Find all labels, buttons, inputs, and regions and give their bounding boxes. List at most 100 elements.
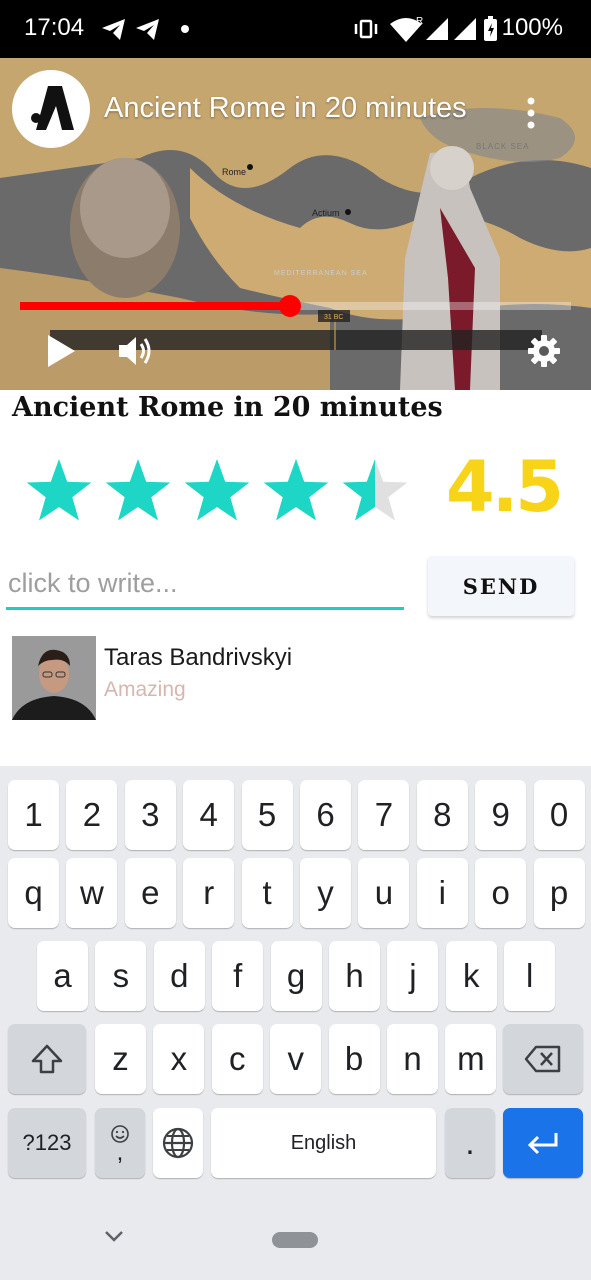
key-z-label: z [112,1040,129,1077]
battery-percentage: 100% [501,14,563,41]
key-g-label: g [286,957,306,994]
telegram-icon [136,19,159,40]
home-gesture-pill[interactable] [272,1232,318,1248]
vibrate-icon [354,19,378,39]
video-progress-bar[interactable] [20,295,571,317]
send-button[interactable]: SEND [428,556,574,616]
key-w[interactable]: w [66,858,118,928]
key-s-label: s [112,957,130,994]
key-t-label: t [262,874,272,911]
key-2[interactable]: 2 [66,780,118,850]
key-x[interactable]: x [153,1024,205,1094]
video-player[interactable]: Rome Actium BLACK SEA MEDITERRANEAN SEA … [0,58,591,390]
key-c[interactable]: c [211,1024,263,1094]
key-h-label: h [345,957,364,994]
enter-key[interactable] [503,1108,583,1178]
svg-text:R: R [416,16,423,27]
key-y[interactable]: y [300,858,351,928]
key-8[interactable]: 8 [416,780,468,850]
space-key[interactable]: English [211,1108,436,1178]
play-icon[interactable] [44,332,78,370]
key-h[interactable]: h [329,941,380,1011]
key-i[interactable]: i [416,858,468,928]
key-s[interactable]: s [95,941,147,1011]
key-f-label: f [233,957,243,994]
key-b[interactable]: b [328,1024,380,1094]
key-w-label: w [79,874,104,911]
star-2[interactable] [105,459,171,521]
map-label-rome: Rome [222,167,246,177]
key-o[interactable]: o [475,858,527,928]
more-vert-icon[interactable] [521,96,541,130]
battery-icon [484,16,497,41]
key-p[interactable]: p [533,858,585,928]
key-v[interactable]: v [270,1024,322,1094]
key-4-label: 4 [199,796,218,833]
status-bar: 17:04 R 100% [0,0,591,58]
emoji-comma-key[interactable]: , [95,1108,145,1178]
star-1[interactable] [26,459,92,521]
avatar-image [12,636,96,720]
key-p-label: p [549,874,569,911]
key-t[interactable]: t [241,858,293,928]
key-7[interactable]: 7 [358,780,410,850]
key-l[interactable]: l [504,941,556,1011]
key-d[interactable]: d [153,941,205,1011]
key-1-label: 1 [24,796,43,833]
key-u[interactable]: u [358,858,410,928]
key-3[interactable]: 3 [124,780,176,850]
key-y-label: y [317,874,334,911]
key-5[interactable]: 5 [241,780,293,850]
settings-icon[interactable] [527,334,561,368]
key-a[interactable]: a [37,941,88,1011]
period-key[interactable]: . [445,1108,495,1178]
key-9[interactable]: 9 [475,780,527,850]
key-2-label: 2 [82,796,102,833]
key-b-label: b [344,1040,364,1077]
key-k-label: k [463,957,480,994]
dot-icon [181,25,189,33]
language-key[interactable] [153,1108,203,1178]
chevron-down-icon[interactable] [102,1228,126,1244]
wifi-icon: R [390,16,423,42]
map-label-black-sea: BLACK SEA [476,142,529,151]
star-4[interactable] [263,459,329,521]
key-4[interactable]: 4 [183,780,235,850]
key-o-label: o [491,874,510,911]
key-f[interactable]: f [212,941,264,1011]
content-title: Ancient Rome in 20 minutes [12,392,443,423]
star-5[interactable] [342,459,408,521]
key-z[interactable]: z [95,1024,146,1094]
key-0-label: 0 [549,796,569,833]
key-n[interactable]: n [387,1024,438,1094]
key-e[interactable]: e [124,858,176,928]
key-g[interactable]: g [270,941,322,1011]
key-j[interactable]: j [387,941,439,1011]
key-d-label: d [170,957,189,994]
volume-icon[interactable] [116,332,156,370]
shift-key[interactable] [8,1024,86,1094]
video-progress-fill [20,302,290,310]
comment-input[interactable] [6,560,404,610]
soft-keyboard: ?123 , English . 1 2 3 4 5 6 7 8 9 0 qwe r t y u i o p a s d [0,766,591,1280]
key-q[interactable]: q [8,858,59,928]
symbols-key-label: ?123 [22,1130,72,1155]
key-l-label: l [526,957,534,994]
star-3[interactable] [184,459,250,521]
key-n-label: n [403,1040,422,1077]
symbols-key[interactable]: ?123 [8,1108,86,1178]
space-key-label: English [290,1131,357,1154]
star-rating[interactable] [24,456,424,526]
rating-value: 4.5 [446,446,564,528]
key-k[interactable]: k [445,941,497,1011]
map-label-mediterranean: MEDITERRANEAN SEA [274,270,368,277]
video-progress-handle[interactable] [278,295,301,317]
key-m[interactable]: m [445,1024,497,1094]
channel-logo[interactable] [12,70,90,148]
key-r[interactable]: r [183,858,235,928]
key-0[interactable]: 0 [533,780,585,850]
globe-icon [162,1127,194,1159]
key-6[interactable]: 6 [300,780,351,850]
backspace-key[interactable] [503,1024,583,1094]
key-1[interactable]: 1 [8,780,59,850]
